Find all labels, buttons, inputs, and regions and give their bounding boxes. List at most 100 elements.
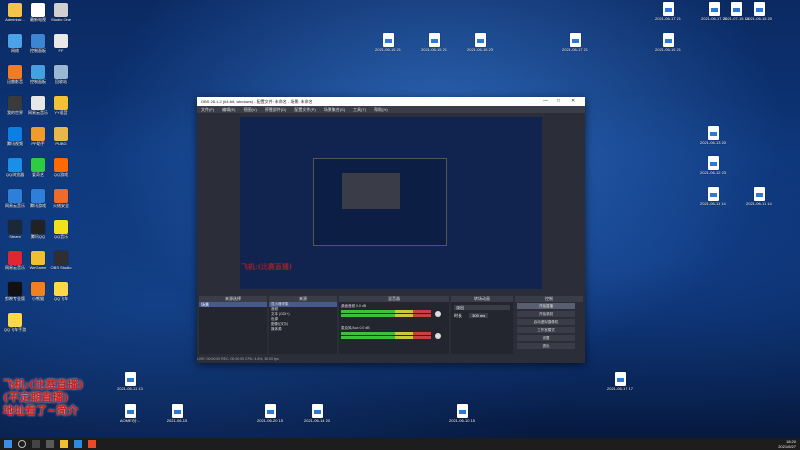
document-icon [730, 2, 742, 16]
desktop-file-icon[interactable]: 2021-06-16 23-19-48 [467, 33, 493, 52]
document-icon [614, 372, 626, 386]
mixer-dock[interactable]: 桌面音频 0.0 dB 麦克风/Aux 0.0 dB [339, 302, 449, 354]
app-icon [8, 96, 22, 110]
menu-item[interactable]: 编辑(E) [222, 107, 235, 112]
search-icon[interactable] [18, 440, 26, 448]
duration-input[interactable]: 300 ms [469, 313, 489, 318]
desktop-file-icon[interactable]: 2021-06-14 20-59-... [304, 404, 330, 423]
document-icon [662, 33, 674, 47]
mute-icon[interactable] [435, 333, 441, 339]
app-icon [31, 158, 45, 172]
desktop-icon[interactable]: YY语音 [48, 96, 74, 115]
desktop-file-icon[interactable]: 2021-06-13 20-33-07 [700, 126, 726, 145]
mixer-track[interactable]: 麦克风/Aux 0.0 dB [341, 326, 447, 346]
document-icon [474, 33, 486, 47]
task-view-icon[interactable] [32, 440, 40, 448]
desktop-file-icon[interactable]: 2021-06-11 13-... [117, 372, 143, 391]
menu-item[interactable]: 停靠部件(D) [265, 107, 287, 112]
control-button[interactable]: 退出 [517, 343, 575, 349]
desktop-icon-label: YY语音 [54, 110, 68, 115]
system-tray-clock[interactable]: 18:20 2021/6/27 [778, 439, 796, 449]
document-icon [707, 156, 719, 170]
app-icon [54, 96, 68, 110]
mute-icon[interactable] [435, 311, 441, 317]
minimize-icon[interactable]: — [543, 97, 548, 106]
browser-taskbar-icon[interactable] [74, 440, 82, 448]
taskbar[interactable]: 18:20 2021/6/27 [0, 438, 800, 450]
desktop-file-icon[interactable]: 2021-06-20 15-53-... [257, 404, 283, 423]
desktop-icon-label: 回收站 [55, 79, 67, 84]
close-icon[interactable]: ✕ [571, 97, 575, 106]
obs-taskbar-icon[interactable] [46, 440, 54, 448]
desktop-file-label: 2021-06-10 15-33-... [449, 418, 475, 423]
obs-title-bar[interactable]: OBS 26.1.2 (64-bit, windows) - 配置文件: 未命名… [197, 97, 585, 106]
desktop-file-label: 2021-06-14 20-59-... [304, 418, 330, 423]
desktop-icon[interactable]: QQ飞车手游 [2, 313, 28, 332]
control-button[interactable]: 工作室模式 [517, 327, 575, 333]
obs-status-bar: LIVE: 00:00:00 REC: 00:00:00 CPU: 4.6%, … [197, 355, 585, 363]
document-icon [707, 187, 719, 201]
app-taskbar-icon[interactable] [88, 440, 96, 448]
mixer-track[interactable]: 桌面音频 0.0 dB [341, 304, 447, 324]
desktop-file-icon[interactable]: 2021-06-17 21-16-48... [562, 33, 588, 52]
desktop-file-icon[interactable]: 2021-06-15 20-53-1... [746, 2, 772, 21]
desktop-icon[interactable]: Studio One [48, 3, 74, 22]
menu-item[interactable]: 配置文件(P) [294, 107, 315, 112]
menu-item[interactable]: 视图(V) [243, 107, 256, 112]
transitions-dock[interactable]: 淡出 时长 300 ms [451, 302, 513, 354]
desktop-icon[interactable]: QQ音乐 [48, 220, 74, 239]
document-icon [753, 2, 765, 16]
menu-item[interactable]: 场景集合(S) [324, 107, 345, 112]
desktop-file-icon[interactable]: 2021-06-11 14-55-22 [746, 187, 772, 206]
app-icon [8, 158, 22, 172]
control-button[interactable]: 开始录制 [517, 311, 575, 317]
desktop-file-icon[interactable]: 2021-06-15 21-16-51 [655, 33, 681, 52]
transition-select[interactable]: 淡出 [454, 305, 510, 310]
desktop-file-icon[interactable]: 2021-06-11 14-07-... [700, 187, 726, 206]
app-icon [54, 127, 68, 141]
start-icon[interactable] [4, 440, 12, 448]
clock-date: 2021/6/27 [778, 444, 796, 449]
desktop-file-icon[interactable]: 2021-06-10 15-33-... [449, 404, 475, 423]
app-icon [31, 282, 45, 296]
desktop-icon[interactable]: 火绒安全 [48, 189, 74, 208]
desktop-icon-label: Studio One [50, 17, 71, 22]
desktop-icon[interactable]: QQ游戏 [48, 158, 74, 177]
desktop-file-label: 2021-06-15 [166, 418, 188, 423]
app-icon [8, 282, 22, 296]
desktop-icon[interactable]: FF [48, 34, 74, 53]
control-button[interactable]: 开始直播 [517, 303, 575, 309]
desktop-file-label: 2021-06-17 21-16-48... [562, 47, 588, 52]
desktop-icon[interactable]: QQ飞车 [48, 282, 74, 301]
document-icon [753, 187, 765, 201]
desktop-file-icon[interactable]: 2021-06-12 23-59-04 [700, 156, 726, 175]
source-item[interactable]: 媒体源 [269, 327, 337, 332]
maximize-icon[interactable]: □ [557, 97, 560, 106]
menu-item[interactable]: 帮助(H) [374, 107, 388, 112]
control-button[interactable]: 启动虚拟摄像机 [517, 319, 575, 325]
control-button[interactable]: 设置 [517, 335, 575, 341]
menu-item[interactable]: 工具(T) [353, 107, 366, 112]
desktop-icon[interactable]: OBS Studio [48, 251, 74, 270]
desktop-file-icon[interactable]: 2021-06-17 17-45-... [607, 372, 633, 391]
volume-meter [341, 336, 431, 339]
app-icon [54, 189, 68, 203]
desktop-file-icon[interactable]: 2021-06-17 21-10-... [655, 2, 681, 21]
desktop-file-icon[interactable]: 2021-06-15 21-12-51 [375, 33, 401, 52]
desktop-file-icon[interactable]: 2021-06-15 [164, 404, 190, 423]
app-icon [8, 189, 22, 203]
desktop-file-icon[interactable]: 2021-06-15 21-47-00 [421, 33, 447, 52]
app-icon [8, 3, 22, 17]
scene-item[interactable]: 场景 [199, 302, 267, 307]
desktop-icon[interactable]: 回收站 [48, 65, 74, 84]
scenes-dock[interactable]: 场景 [199, 302, 267, 354]
volume-meter [341, 310, 431, 313]
desktop-file-icon[interactable]: AOMEI分... [117, 404, 143, 423]
app-icon [54, 251, 68, 265]
sources-dock[interactable]: 显示器采集 音频 文本 (GDI+) 色源 图像幻灯片 媒体源 [269, 302, 337, 354]
desktop-file-label: AOMEI分... [119, 418, 141, 423]
folder-taskbar-icon[interactable] [60, 440, 68, 448]
obs-window[interactable]: OBS 26.1.2 (64-bit, windows) - 配置文件: 未命名… [197, 97, 585, 363]
desktop-icon[interactable]: PUBG [48, 127, 74, 146]
menu-item[interactable]: 文件(F) [201, 107, 214, 112]
